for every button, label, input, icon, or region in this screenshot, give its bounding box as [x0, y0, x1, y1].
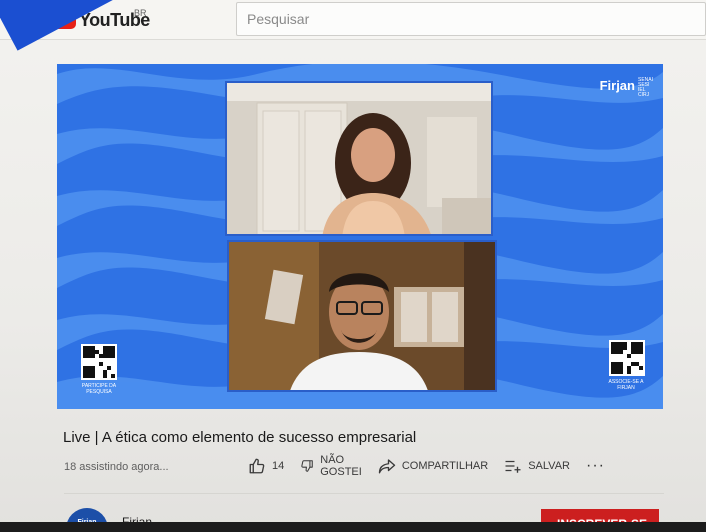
- thumbs-down-icon: [300, 459, 314, 473]
- search-box[interactable]: [236, 2, 706, 36]
- video-actions: 14 NÃO GOSTEI COMPARTILHAR SALVAR ···: [248, 454, 621, 478]
- search-input[interactable]: [237, 3, 705, 35]
- video-title: Live | A ética como elemento de sucesso …: [63, 429, 417, 446]
- qr-join-label: ASSOCIE-SE A FIRJAN: [608, 379, 644, 391]
- video-player[interactable]: Firjan SENAI SESI IEL CIRJ PARTICIPE DA …: [57, 64, 663, 409]
- country-code: BR: [134, 8, 147, 18]
- speaker-camera-bottom: [227, 240, 497, 392]
- like-button[interactable]: 14: [248, 457, 284, 475]
- screen: YouTube BR Pesquisar Firjan SENAI SESI I…: [0, 0, 706, 532]
- brand-subtitle: SENAI SESI IEL CIRJ: [637, 77, 653, 98]
- share-arrow-icon: [378, 458, 396, 474]
- thumbs-up-icon: [248, 457, 266, 475]
- like-count: 14: [272, 460, 285, 472]
- dislike-button[interactable]: NÃO GOSTEI: [300, 454, 362, 478]
- qr-code-join: [609, 340, 645, 376]
- save-label: SALVAR: [528, 460, 570, 472]
- brand-name: Firjan: [599, 78, 635, 93]
- divider: [64, 493, 664, 494]
- qr-survey-label: PARTICIPE DA PESQUISA: [81, 383, 117, 395]
- masthead: YouTube BR: [0, 0, 706, 40]
- live-viewers-count: 18 assistindo agora...: [64, 461, 169, 473]
- share-label: COMPARTILHAR: [401, 460, 489, 472]
- qr-code-survey: [81, 344, 117, 380]
- playlist-add-icon: [504, 459, 522, 473]
- share-button[interactable]: COMPARTILHAR: [378, 458, 488, 474]
- firjan-logo: Firjan SENAI SESI IEL CIRJ: [600, 78, 653, 98]
- monitor-bezel: [0, 522, 706, 532]
- speaker-camera-top: [225, 81, 493, 236]
- dislike-label: NÃO GOSTEI: [320, 454, 362, 478]
- more-options-button[interactable]: ···: [586, 457, 605, 475]
- save-button[interactable]: SALVAR: [504, 459, 570, 473]
